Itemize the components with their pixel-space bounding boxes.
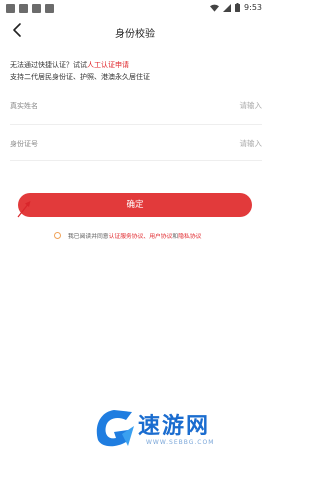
privacy-agreement-link[interactable]: 隐私协议 [178,231,201,240]
agreement-row: 我已阅读并同意 认证服务协议、用户协议和隐私协议 [54,231,201,240]
divider [10,124,262,125]
signal-icon [223,3,232,12]
id-number-label: 身份证号 [10,140,38,148]
status-time: 9:53 [244,3,262,12]
nav-bar: 身份校验 [0,18,270,44]
watermark-url: WWW.SEBBG.COM [146,439,215,446]
id-number-field[interactable]: 身份证号 请输入 [10,134,262,156]
manual-verification-link[interactable]: 人工认证申请 [87,61,129,69]
agreement-checkbox[interactable] [54,232,61,239]
status-bar: 9:53 [0,0,270,18]
wifi-icon [210,4,220,12]
notice-text: 无法通过快捷认证？试试 [10,61,87,69]
real-name-label: 真实姓名 [10,102,38,110]
user-agreement-link[interactable]: 用户协议 [149,231,172,240]
pointer-arrow-icon [17,201,31,218]
battery-icon [235,3,241,12]
notification-icon [45,4,54,13]
notification-icon [32,4,41,13]
page-title: 身份校验 [115,29,155,40]
notice-line-1: 无法通过快捷认证？试试人工认证申请 [10,59,150,71]
watermark-text: 速游网 [138,414,211,439]
agreement-text: 我已阅读并同意 [68,234,109,240]
watermark: 速游网 WWW.SEBBG.COM [92,406,252,454]
notification-icons [6,4,54,13]
notice-line-2: 支持二代居民身份证、护照、港澳永久居住证 [10,73,150,81]
notification-icon [19,4,28,13]
confirm-button[interactable]: 确定 [18,193,252,217]
service-agreement-link[interactable]: 认证服务协议 [109,231,144,240]
id-number-input[interactable]: 请输入 [240,138,263,149]
notification-icon [6,4,15,13]
divider [10,160,262,161]
real-name-field[interactable]: 真实姓名 请输入 [10,96,262,118]
verification-notice: 无法通过快捷认证？试试人工认证申请 支持二代居民身份证、护照、港澳永久居住证 [10,59,150,83]
real-name-input[interactable]: 请输入 [240,100,263,111]
watermark-logo-icon [96,410,134,447]
